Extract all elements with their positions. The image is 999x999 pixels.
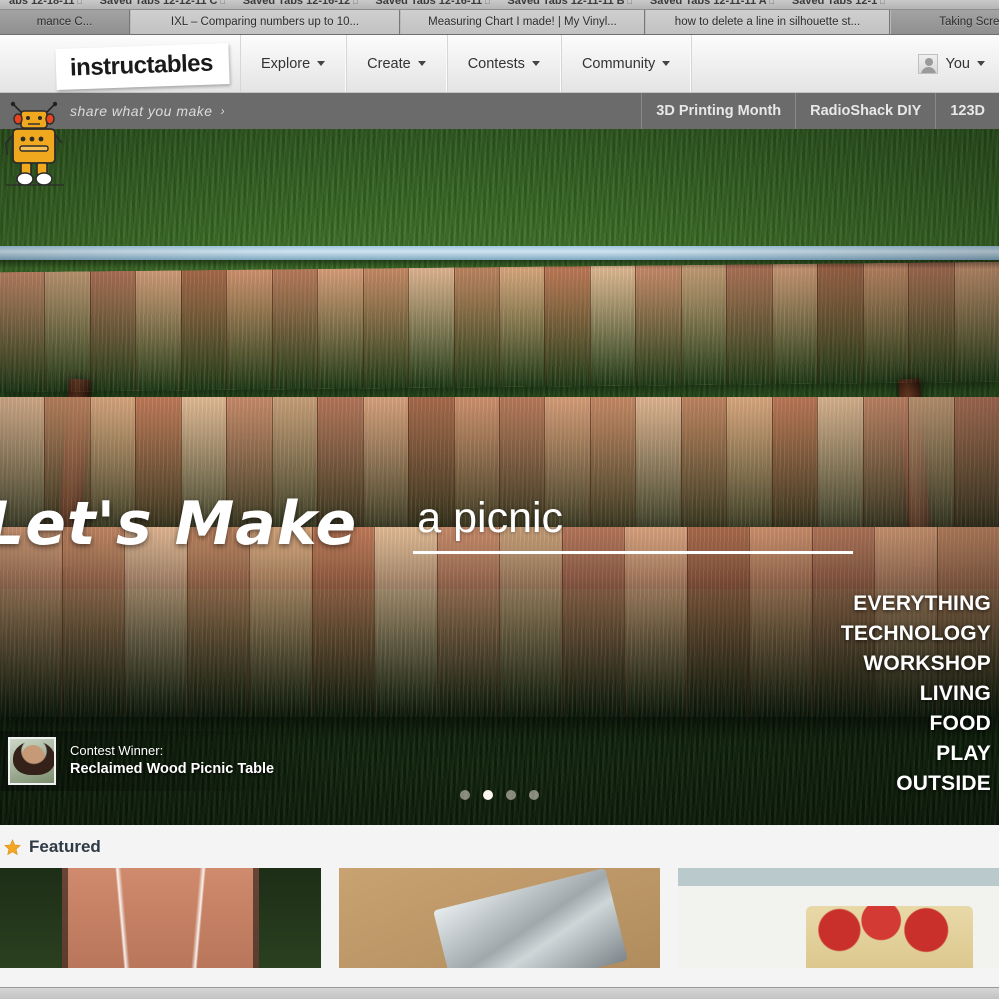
chevron-down-icon [662,61,671,66]
hero-carousel: Let's Make EVERYTHINGTECHNOLOGYWORKSHOPL… [0,129,999,825]
promo-link[interactable]: 3D Printing Month [641,93,795,129]
nav-spacer [691,35,907,92]
search-input[interactable] [413,494,854,554]
featured-card[interactable] [339,868,660,968]
category-item-everything[interactable]: EVERYTHING [841,589,991,619]
contest-winner-banner[interactable]: Contest Winner: Reclaimed Wood Picnic Ta… [0,731,345,791]
hero-headline: Let's Make [0,489,358,559]
browser-tab-label: how to delete a line in silhouette st... [674,16,861,28]
category-item-workshop[interactable]: WORKSHOP [841,649,991,679]
bookmark-folder-icon: □ [769,0,774,6]
bookmarks-bar: abs 12-18-11 □ Saved Tabs 12-12-11 C □ Saved… [0,0,999,10]
bookmark-folder-icon: □ [627,0,632,6]
browser-tab-label: IXL – Comparing numbers up to 10... [170,16,360,28]
bookmark-folder-icon: □ [77,0,82,6]
robot-mascot-icon [5,101,64,186]
browser-tab[interactable]: Taking Screensho [890,10,999,34]
nav-item-contests[interactable]: Contests [446,35,561,92]
bookmark-item[interactable]: abs 12-18-11 □ [0,0,91,8]
bookmark-folder-icon: □ [220,0,225,6]
star-icon [4,838,21,856]
carousel-dot[interactable] [483,790,493,800]
hero-search-wrap [413,494,999,554]
bookmark-item[interactable]: Saved Tabs 12-1 □ [783,0,894,8]
browser-tab[interactable]: IXL – Comparing numbers up to 10... [130,10,400,34]
browser-bottom-bar [0,987,999,999]
category-item-technology[interactable]: TECHNOLOGY [841,619,991,649]
featured-cards-row [0,868,999,968]
promo-link[interactable]: 123D [935,93,999,129]
bookmark-item[interactable]: Saved Tabs 12-16-12 □ [234,0,367,8]
hero-category-list: EVERYTHING TECHNOLOGY WORKSHOP LIVING FOOD PL… [841,589,991,799]
promo-link[interactable]: RadioShack DIY [795,93,935,129]
primary-nav: Explore Create Contests Community [240,35,692,92]
bookmark-folder-icon: □ [485,0,490,6]
instructables-logo[interactable]: instructables [55,42,230,91]
browser-chrome: abs 12-18-11 □ Saved Tabs 12-12-11 C □ Saved… [0,0,999,35]
promo-links: 3D Printing Month RadioShack DIY 123D [641,93,999,129]
featured-header: Featured [0,837,999,868]
nav-item-label: Explore [261,55,311,72]
nav-item-create[interactable]: Create [346,35,447,92]
featured-section: Featured [0,825,999,987]
nav-item-explore[interactable]: Explore [240,35,347,92]
bookmark-item[interactable]: Saved Tabs 12-12-11 C □ [91,0,234,8]
browser-tab-label: Taking Screensho [939,16,999,28]
carousel-dot[interactable] [506,790,516,800]
nav-item-label: Community [581,55,656,72]
bookmark-item[interactable]: Saved Tabs 12-16-11 □ [366,0,498,8]
browser-tab-strip: mance C... IXL – Comparing numbers up to … [0,10,999,35]
chevron-down-icon [317,61,326,66]
secondary-promo-bar: share what you make › 3D Printing Month R… [0,93,999,186]
nav-item-label: Create [367,55,411,72]
contest-winner-text: Contest Winner: Reclaimed Wood Picnic Ta… [70,742,274,779]
category-item-living[interactable]: LIVING [841,679,991,709]
browser-tab[interactable]: Measuring Chart I made! | My Vinyl... [400,10,645,34]
category-item-food[interactable]: FOOD [841,709,991,739]
bookmark-item[interactable]: Saved Tabs 12-11-11 A □ [641,0,783,8]
carousel-dot[interactable] [460,790,470,800]
bookmark-item[interactable]: Saved Tabs 12-11-11 B □ [498,0,640,8]
chevron-down-icon [531,61,540,66]
nav-item-community[interactable]: Community [560,35,692,92]
browser-tab[interactable]: how to delete a line in silhouette st... [645,10,890,34]
chevron-down-icon [977,61,985,66]
user-menu[interactable]: You [908,35,999,92]
bookmark-folder-icon: □ [880,0,885,6]
featured-card[interactable] [678,868,999,968]
browser-tab-label: mance C... [36,16,93,28]
user-avatar-icon [917,53,938,74]
browser-tab-label: Measuring Chart I made! | My Vinyl... [428,16,617,28]
featured-card[interactable] [0,868,321,968]
browser-tab[interactable]: mance C... [0,10,130,34]
logo-zone[interactable]: instructables [0,35,240,92]
hero-search-block: Let's Make [0,489,999,559]
carousel-dot[interactable] [529,790,539,800]
featured-title: Featured [29,837,101,856]
carousel-dots [0,790,999,800]
category-item-play[interactable]: PLAY [841,739,991,769]
bookmark-folder-icon: □ [353,0,358,6]
contest-winner-avatar [8,737,56,785]
contest-winner-label: Contest Winner: [70,743,164,759]
site-header: instructables Explore Create Contests Commu… [0,35,999,93]
nav-item-label: Contests [467,55,525,72]
user-menu-label: You [945,55,970,72]
tagline-text: share what you make [70,103,213,119]
contest-winner-title: Reclaimed Wood Picnic Table [70,760,275,777]
logo-wordmark-text: instructables [69,49,214,82]
subbar-spacer [225,93,641,129]
chevron-down-icon [417,61,426,66]
